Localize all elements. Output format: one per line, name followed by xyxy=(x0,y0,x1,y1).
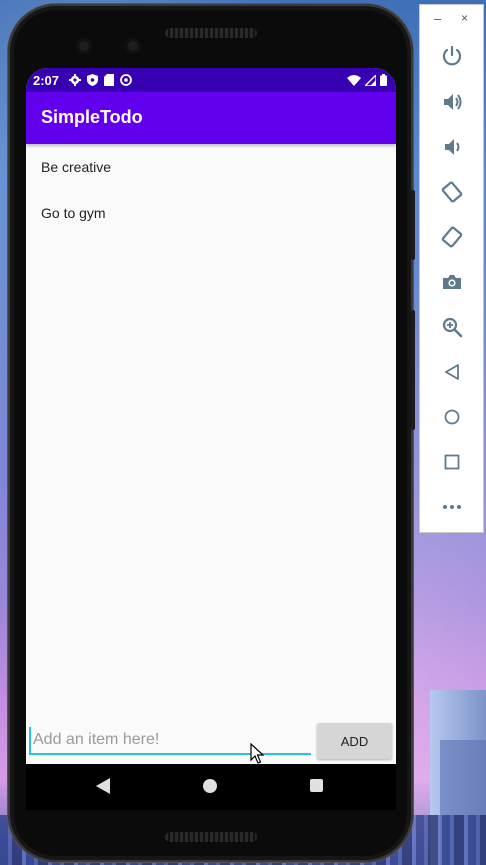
volume-down-icon[interactable] xyxy=(439,134,465,160)
battery-icon xyxy=(380,74,387,86)
sd-card-icon xyxy=(104,74,115,86)
sync-icon xyxy=(120,74,132,86)
front-camera xyxy=(76,38,92,54)
rotate-right-icon[interactable] xyxy=(439,224,465,250)
app-bar: SimpleTodo xyxy=(26,92,396,144)
wifi-icon xyxy=(347,74,361,86)
app-title: SimpleTodo xyxy=(41,107,143,127)
rotate-left-icon[interactable] xyxy=(439,179,465,205)
navigation-bar xyxy=(26,764,396,810)
recents-icon[interactable] xyxy=(310,779,323,792)
add-button[interactable]: ADD xyxy=(317,723,392,759)
status-time: 2:07 xyxy=(33,72,60,88)
home-icon[interactable] xyxy=(439,404,465,430)
earpiece-speaker xyxy=(165,28,257,38)
list-item[interactable]: Be creative xyxy=(41,159,111,175)
emulator-toolbar: – × xyxy=(419,4,484,533)
back-icon[interactable] xyxy=(96,778,110,794)
phone-screen: 2:07 SimpleTodo Be creative Go to gym AD… xyxy=(26,68,396,764)
zoom-icon[interactable] xyxy=(439,314,465,340)
mouse-cursor-icon xyxy=(250,743,264,764)
phone-power-key[interactable] xyxy=(411,190,415,260)
more-icon[interactable] xyxy=(439,494,465,520)
power-icon[interactable] xyxy=(439,43,465,69)
shield-icon xyxy=(87,74,99,86)
new-item-input[interactable] xyxy=(29,727,311,755)
home-icon[interactable] xyxy=(203,779,217,793)
cell-signal-icon xyxy=(365,74,376,86)
list-item[interactable]: Go to gym xyxy=(41,205,106,221)
camera-icon[interactable] xyxy=(439,269,465,295)
overview-icon[interactable] xyxy=(439,449,465,475)
front-sensor xyxy=(125,38,141,54)
volume-up-icon[interactable] xyxy=(439,89,465,115)
settings-icon xyxy=(69,74,82,86)
phone-volume-key[interactable] xyxy=(411,310,415,430)
bottom-speaker xyxy=(165,832,257,842)
back-icon[interactable] xyxy=(439,359,465,385)
close-button[interactable]: × xyxy=(461,11,468,25)
minimize-button[interactable]: – xyxy=(434,11,441,26)
status-bar: 2:07 xyxy=(26,68,396,92)
add-item-row: ADD xyxy=(26,723,396,764)
